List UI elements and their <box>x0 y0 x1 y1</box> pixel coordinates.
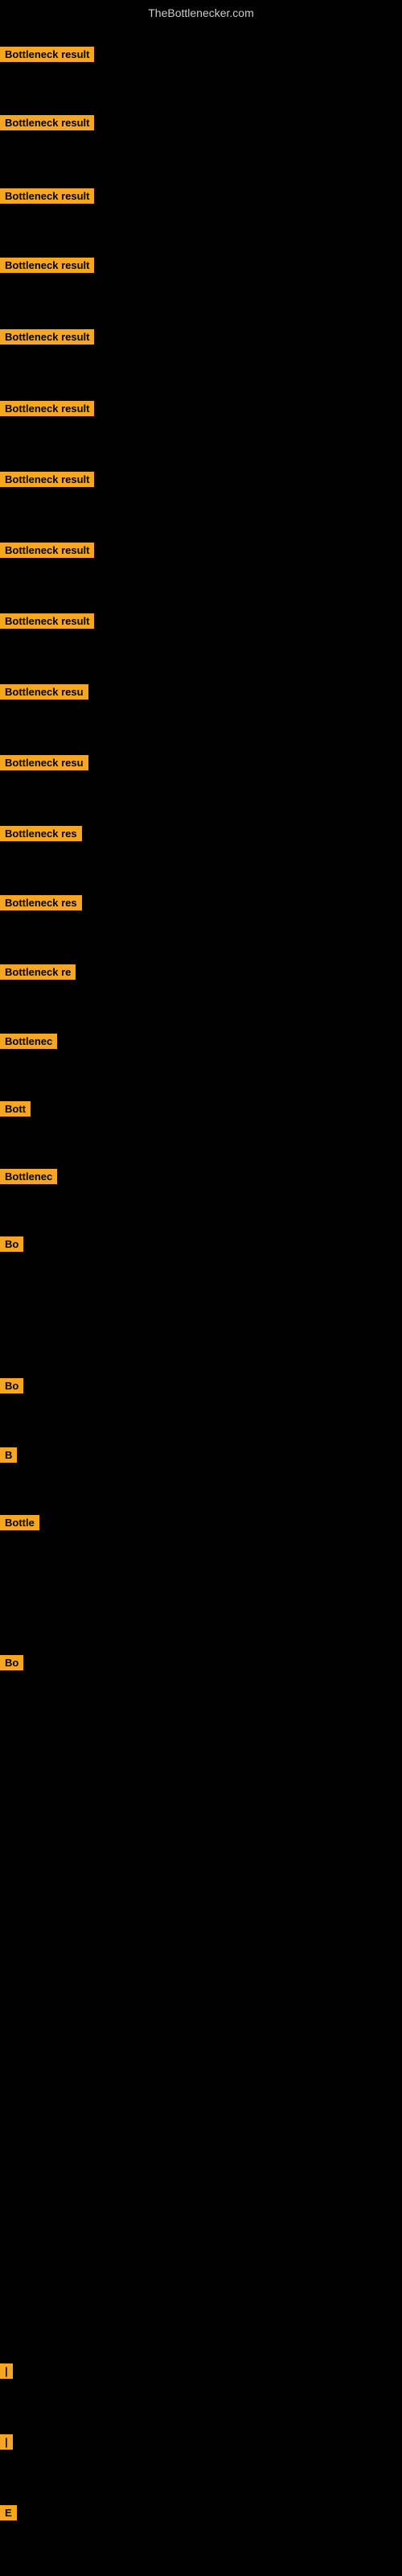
bottleneck-result-label-17: Bottlenec <box>0 1169 57 1184</box>
bottleneck-result-label-13: Bottleneck res <box>0 895 82 910</box>
bottleneck-result-label-36: E <box>0 2505 17 2520</box>
bottleneck-result-label-10: Bottleneck resu <box>0 684 88 700</box>
bottleneck-result-label-7: Bottleneck result <box>0 472 94 487</box>
bottleneck-result-label-11: Bottleneck resu <box>0 755 88 770</box>
bottleneck-result-label-9: Bottleneck result <box>0 613 94 629</box>
bottleneck-result-label-15: Bottlenec <box>0 1034 57 1049</box>
bottleneck-result-label-16: Bott <box>0 1101 31 1117</box>
bottleneck-result-label-22: Bottle <box>0 1515 39 1530</box>
bottleneck-result-label-20: Bo <box>0 1378 23 1393</box>
bottleneck-result-label-18: Bo <box>0 1236 23 1252</box>
bottleneck-result-label-6: Bottleneck result <box>0 401 94 416</box>
bottleneck-result-label-21: B <box>0 1447 17 1463</box>
bottleneck-result-label-12: Bottleneck res <box>0 826 82 841</box>
bottleneck-result-label-5: Bottleneck result <box>0 329 94 345</box>
bottleneck-result-label-3: Bottleneck result <box>0 188 94 204</box>
bottleneck-result-label-4: Bottleneck result <box>0 258 94 273</box>
site-title: TheBottlenecker.com <box>0 0 402 26</box>
bottleneck-result-label-35: | <box>0 2434 13 2450</box>
bottleneck-result-label-24: Bo <box>0 1655 23 1670</box>
bottleneck-result-label-14: Bottleneck re <box>0 964 76 980</box>
bottleneck-result-label-2: Bottleneck result <box>0 115 94 130</box>
bottleneck-result-label-8: Bottleneck result <box>0 543 94 558</box>
bottleneck-result-label-34: | <box>0 2363 13 2379</box>
bottleneck-result-label-1: Bottleneck result <box>0 47 94 62</box>
